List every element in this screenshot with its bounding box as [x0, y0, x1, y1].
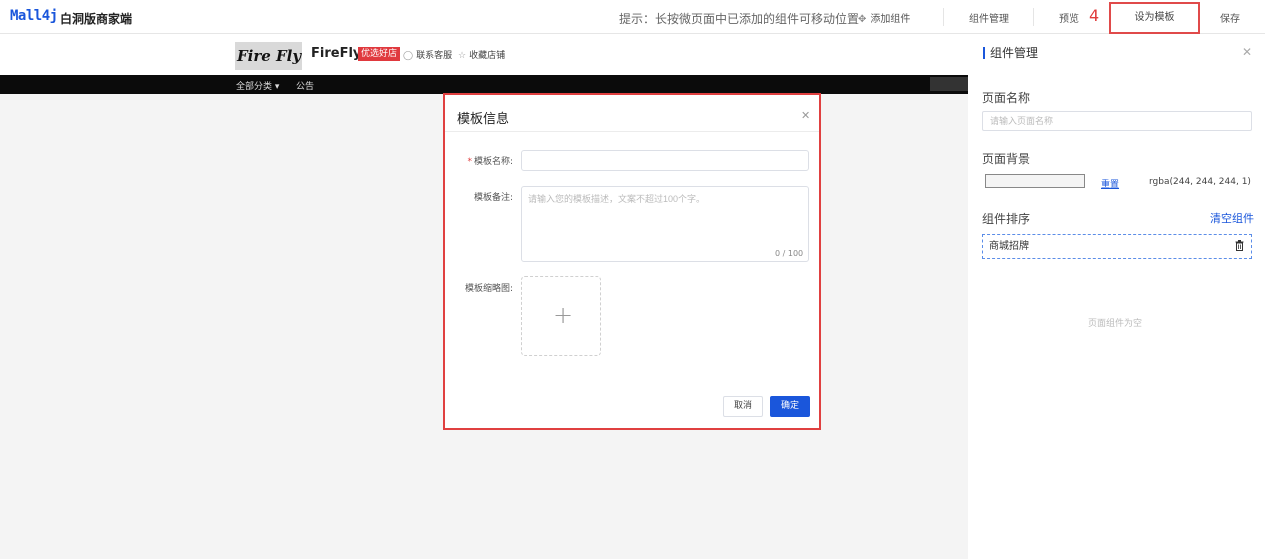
preview-button[interactable]: 预览	[1059, 10, 1079, 25]
trash-icon[interactable]	[1235, 240, 1244, 251]
cancel-button[interactable]: 取消	[723, 396, 763, 417]
panel-title: 组件管理	[983, 47, 1038, 59]
template-remark-textarea[interactable]: 请输入您的模板描述，文案不超过100个字。	[521, 186, 809, 262]
bg-color-value: rgba(244, 244, 244, 1)	[1149, 177, 1251, 187]
template-thumb-label: 模板缩略图:	[464, 284, 513, 294]
reset-link[interactable]: 重置	[1101, 177, 1119, 190]
add-component-button[interactable]: ✥ 添加组件	[858, 10, 910, 25]
page-bg-label: 页面背景	[982, 152, 1031, 166]
step-number: 4	[1089, 6, 1100, 25]
bg-color-picker[interactable]	[985, 174, 1085, 188]
favorite-label: 收藏店铺	[469, 51, 506, 61]
nav-announcement[interactable]: 公告	[296, 79, 314, 92]
toolbar-divider	[943, 8, 944, 26]
nav-search-box[interactable]	[930, 77, 968, 91]
hint-text: 提示：长按微页面中已添加的组件可移动位置	[619, 12, 860, 26]
page-name-label: 页面名称	[982, 91, 1031, 105]
component-manage-button[interactable]: 组件管理	[969, 10, 1009, 25]
confirm-button[interactable]: 确定	[770, 396, 810, 417]
close-icon[interactable]: ✕	[1242, 45, 1252, 59]
template-name-label: * 模板名称:	[433, 154, 513, 167]
empty-hint: 页面组件为空	[1088, 319, 1143, 329]
store-badge: 优选好店	[358, 47, 401, 61]
page-name-input[interactable]: 请输入页面名称	[982, 111, 1252, 131]
add-component-label: 添加组件	[870, 14, 911, 25]
char-counter: 0 / 100	[775, 249, 804, 258]
clear-components-link[interactable]: 清空组件	[1210, 210, 1254, 226]
store-logo: Fire Fly	[235, 42, 302, 70]
close-icon[interactable]: ✕	[801, 109, 810, 122]
sort-label: 组件排序	[982, 212, 1031, 226]
template-name-input[interactable]	[521, 150, 809, 171]
contact-service-link[interactable]: ◯ 联系客服	[403, 48, 452, 61]
component-item[interactable]: 商城招牌	[982, 234, 1252, 259]
plus-icon: +	[553, 301, 574, 329]
dialog-title: 模板信息	[457, 112, 510, 127]
store-name: FireFly	[311, 46, 362, 61]
template-remark-label: 模板备注:	[473, 193, 513, 203]
headset-icon: ◯	[403, 51, 414, 61]
component-item-label: 商城招牌	[989, 241, 1029, 252]
store-nav-bar	[0, 75, 968, 94]
template-name-label-text: 模板名称:	[473, 157, 513, 167]
app-subtitle: 白洞版商家端	[60, 12, 133, 26]
move-icon: ✥	[858, 14, 867, 25]
template-info-dialog: 模板信息 ✕ * 模板名称: 模板备注: 请输入您的模板描述，文案不超过100个字…	[443, 93, 821, 430]
nav-all-categories[interactable]: 全部分类 ▾	[236, 79, 279, 92]
save-button[interactable]: 保存	[1220, 10, 1240, 25]
contact-label: 联系客服	[416, 51, 453, 61]
set-template-button[interactable]: 设为模板	[1109, 2, 1200, 34]
required-mark: *	[467, 157, 472, 167]
thumbnail-upload[interactable]: +	[521, 276, 601, 356]
dialog-divider	[445, 131, 819, 132]
favorite-store-link[interactable]: ☆ 收藏店铺	[458, 48, 505, 61]
app-logo: Mall4j	[10, 8, 58, 24]
toolbar-divider	[1033, 8, 1034, 26]
star-icon: ☆	[458, 51, 467, 61]
